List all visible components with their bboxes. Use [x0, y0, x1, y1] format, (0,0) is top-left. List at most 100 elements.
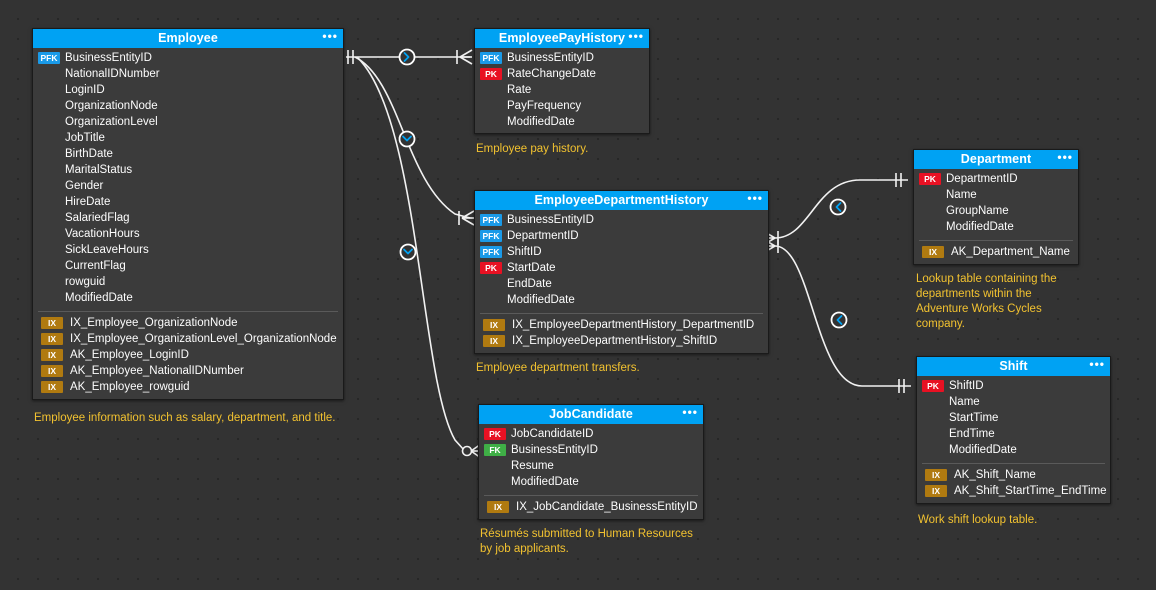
relationship-employeedepartmenthistory-shift[interactable] [762, 238, 911, 393]
attribute-row[interactable]: OrganizationNode [33, 98, 343, 114]
index-badge-ix-icon: IX [925, 485, 947, 497]
attribute-name: SickLeaveHours [65, 244, 149, 256]
section-divider [484, 495, 698, 496]
attribute-row[interactable]: GroupName [914, 203, 1078, 219]
attribute-row[interactable]: HireDate [33, 194, 343, 210]
key-badge-pk-icon: PK [922, 380, 944, 392]
index-list: IX AK_Department_Name [914, 243, 1078, 264]
attribute-row[interactable]: FK BusinessEntityID [479, 442, 703, 458]
entity-header-jobcandidate[interactable]: JobCandidate ••• [479, 405, 703, 424]
attribute-row[interactable]: PFK BusinessEntityID [33, 50, 343, 66]
entity-menu-icon[interactable]: ••• [322, 29, 338, 43]
entity-header-employeepayhistory[interactable]: EmployeePayHistory ••• [475, 29, 649, 48]
index-badge-ix-icon: IX [41, 365, 63, 377]
attribute-row[interactable]: ModifiedDate [33, 290, 343, 306]
entity-header-department[interactable]: Department ••• [914, 150, 1078, 169]
entity-jobcandidate[interactable]: JobCandidate ••• PK JobCandidateID FK Busines… [478, 404, 704, 520]
index-row[interactable]: IX IX_EmployeeDepartmentHistory_ShiftID [475, 333, 768, 349]
attribute-row[interactable]: rowguid [33, 274, 343, 290]
entity-shift[interactable]: Shift ••• PK ShiftID Name StartTime EndTime Mod… [916, 356, 1111, 504]
key-badge-empty-icon [38, 100, 60, 112]
entity-menu-icon[interactable]: ••• [747, 191, 763, 205]
index-badge-ix-icon: IX [41, 317, 63, 329]
attribute-row[interactable]: Resume [479, 458, 703, 474]
attribute-row[interactable]: VacationHours [33, 226, 343, 242]
attribute-row[interactable]: PayFrequency [475, 98, 649, 114]
index-row[interactable]: IX AK_Employee_rowguid [33, 379, 343, 395]
index-row[interactable]: IX IX_JobCandidate_BusinessEntityID [479, 499, 703, 515]
attribute-row[interactable]: PK DepartmentID [914, 171, 1078, 187]
entity-header-shift[interactable]: Shift ••• [917, 357, 1110, 376]
attribute-row[interactable]: Gender [33, 178, 343, 194]
key-badge-empty-icon [38, 68, 60, 80]
index-row[interactable]: IX AK_Shift_Name [917, 467, 1110, 483]
index-list: IX AK_Shift_Name IX AK_Shift_StartTime_EndT… [917, 466, 1110, 503]
relationship-employee-employeedepartmenthistory[interactable] [354, 56, 475, 226]
attribute-row[interactable]: EndDate [475, 276, 768, 292]
attribute-name: RateChangeDate [507, 68, 596, 80]
attribute-row[interactable]: SickLeaveHours [33, 242, 343, 258]
entity-header-employee[interactable]: Employee ••• [33, 29, 343, 48]
attribute-row[interactable]: PK StartDate [475, 260, 768, 276]
entity-caption-jobcandidate: Résumés submitted to Human Resources by … [480, 528, 693, 555]
entity-menu-icon[interactable]: ••• [628, 29, 644, 43]
index-row[interactable]: IX AK_Employee_LoginID [33, 347, 343, 363]
attribute-name: ModifiedDate [946, 221, 1014, 233]
attribute-row[interactable]: ModifiedDate [917, 442, 1110, 458]
attribute-row[interactable]: EndTime [917, 426, 1110, 442]
key-badge-empty-icon [38, 132, 60, 144]
entity-department[interactable]: Department ••• PK DepartmentID Name GroupName… [913, 149, 1079, 265]
attribute-row[interactable]: ModifiedDate [914, 219, 1078, 235]
attribute-row[interactable]: LoginID [33, 82, 343, 98]
entity-employeepayhistory[interactable]: EmployeePayHistory ••• PFK BusinessEntityID… [474, 28, 650, 134]
key-badge-empty-icon [38, 148, 60, 160]
relationship-employee-employeepayhistory[interactable] [346, 48, 473, 66]
index-row[interactable]: IX AK_Shift_StartTime_EndTime [917, 483, 1110, 499]
attribute-row[interactable]: PFK DepartmentID [475, 228, 768, 244]
index-row[interactable]: IX IX_Employee_OrganizationNode [33, 315, 343, 331]
attribute-row[interactable]: MaritalStatus [33, 162, 343, 178]
key-badge-pk-icon: PK [484, 428, 506, 440]
attribute-row[interactable]: PFK BusinessEntityID [475, 212, 768, 228]
key-badge-empty-icon [480, 294, 502, 306]
index-row[interactable]: IX AK_Department_Name [914, 244, 1078, 260]
attribute-row[interactable]: BirthDate [33, 146, 343, 162]
attribute-name: Resume [511, 460, 554, 472]
attribute-row[interactable]: CurrentFlag [33, 258, 343, 274]
attribute-row[interactable]: PK RateChangeDate [475, 66, 649, 82]
attribute-row[interactable]: PFK BusinessEntityID [475, 50, 649, 66]
attribute-row[interactable]: PK JobCandidateID [479, 426, 703, 442]
entity-menu-icon[interactable]: ••• [1089, 357, 1105, 371]
attribute-row[interactable]: OrganizationLevel [33, 114, 343, 130]
entity-header-employeedepartmenthistory[interactable]: EmployeeDepartmentHistory ••• [475, 191, 768, 210]
index-row[interactable]: IX IX_Employee_OrganizationLevel_Organiza… [33, 331, 343, 347]
attribute-row[interactable]: StartTime [917, 410, 1110, 426]
attribute-row[interactable]: Name [917, 394, 1110, 410]
entity-menu-icon[interactable]: ••• [682, 405, 698, 419]
entity-employeedepartmenthistory[interactable]: EmployeeDepartmentHistory ••• PFK BusinessE… [474, 190, 769, 354]
attribute-row[interactable]: NationalIDNumber [33, 66, 343, 82]
attribute-name: ShiftID [949, 380, 984, 392]
attribute-list: PFK BusinessEntityID NationalIDNumber Login… [33, 48, 343, 309]
attribute-row[interactable]: ModifiedDate [479, 474, 703, 490]
key-badge-empty-icon [922, 396, 944, 408]
section-divider [919, 240, 1073, 241]
attribute-row[interactable]: ModifiedDate [475, 114, 649, 130]
relationship-employeedepartmenthistory-department[interactable] [762, 173, 908, 246]
section-divider [922, 463, 1105, 464]
attribute-name: BusinessEntityID [65, 52, 152, 64]
attribute-row[interactable]: PFK ShiftID [475, 244, 768, 260]
attribute-row[interactable]: Name [914, 187, 1078, 203]
attribute-row[interactable]: JobTitle [33, 130, 343, 146]
entity-menu-icon[interactable]: ••• [1057, 150, 1073, 164]
attribute-row[interactable]: PK ShiftID [917, 378, 1110, 394]
relationship-employee-jobcandidate[interactable] [357, 57, 482, 459]
index-row[interactable]: IX AK_Employee_NationalIDNumber [33, 363, 343, 379]
er-diagram-canvas[interactable]: .ln { stroke:#f2f2f2; stroke-width:1.6; … [0, 0, 1156, 590]
entity-employee[interactable]: Employee ••• PFK BusinessEntityID NationalID… [32, 28, 344, 400]
attribute-name: OrganizationLevel [65, 116, 158, 128]
attribute-row[interactable]: SalariedFlag [33, 210, 343, 226]
index-row[interactable]: IX IX_EmployeeDepartmentHistory_Departmen… [475, 317, 768, 333]
attribute-row[interactable]: Rate [475, 82, 649, 98]
attribute-row[interactable]: ModifiedDate [475, 292, 768, 308]
